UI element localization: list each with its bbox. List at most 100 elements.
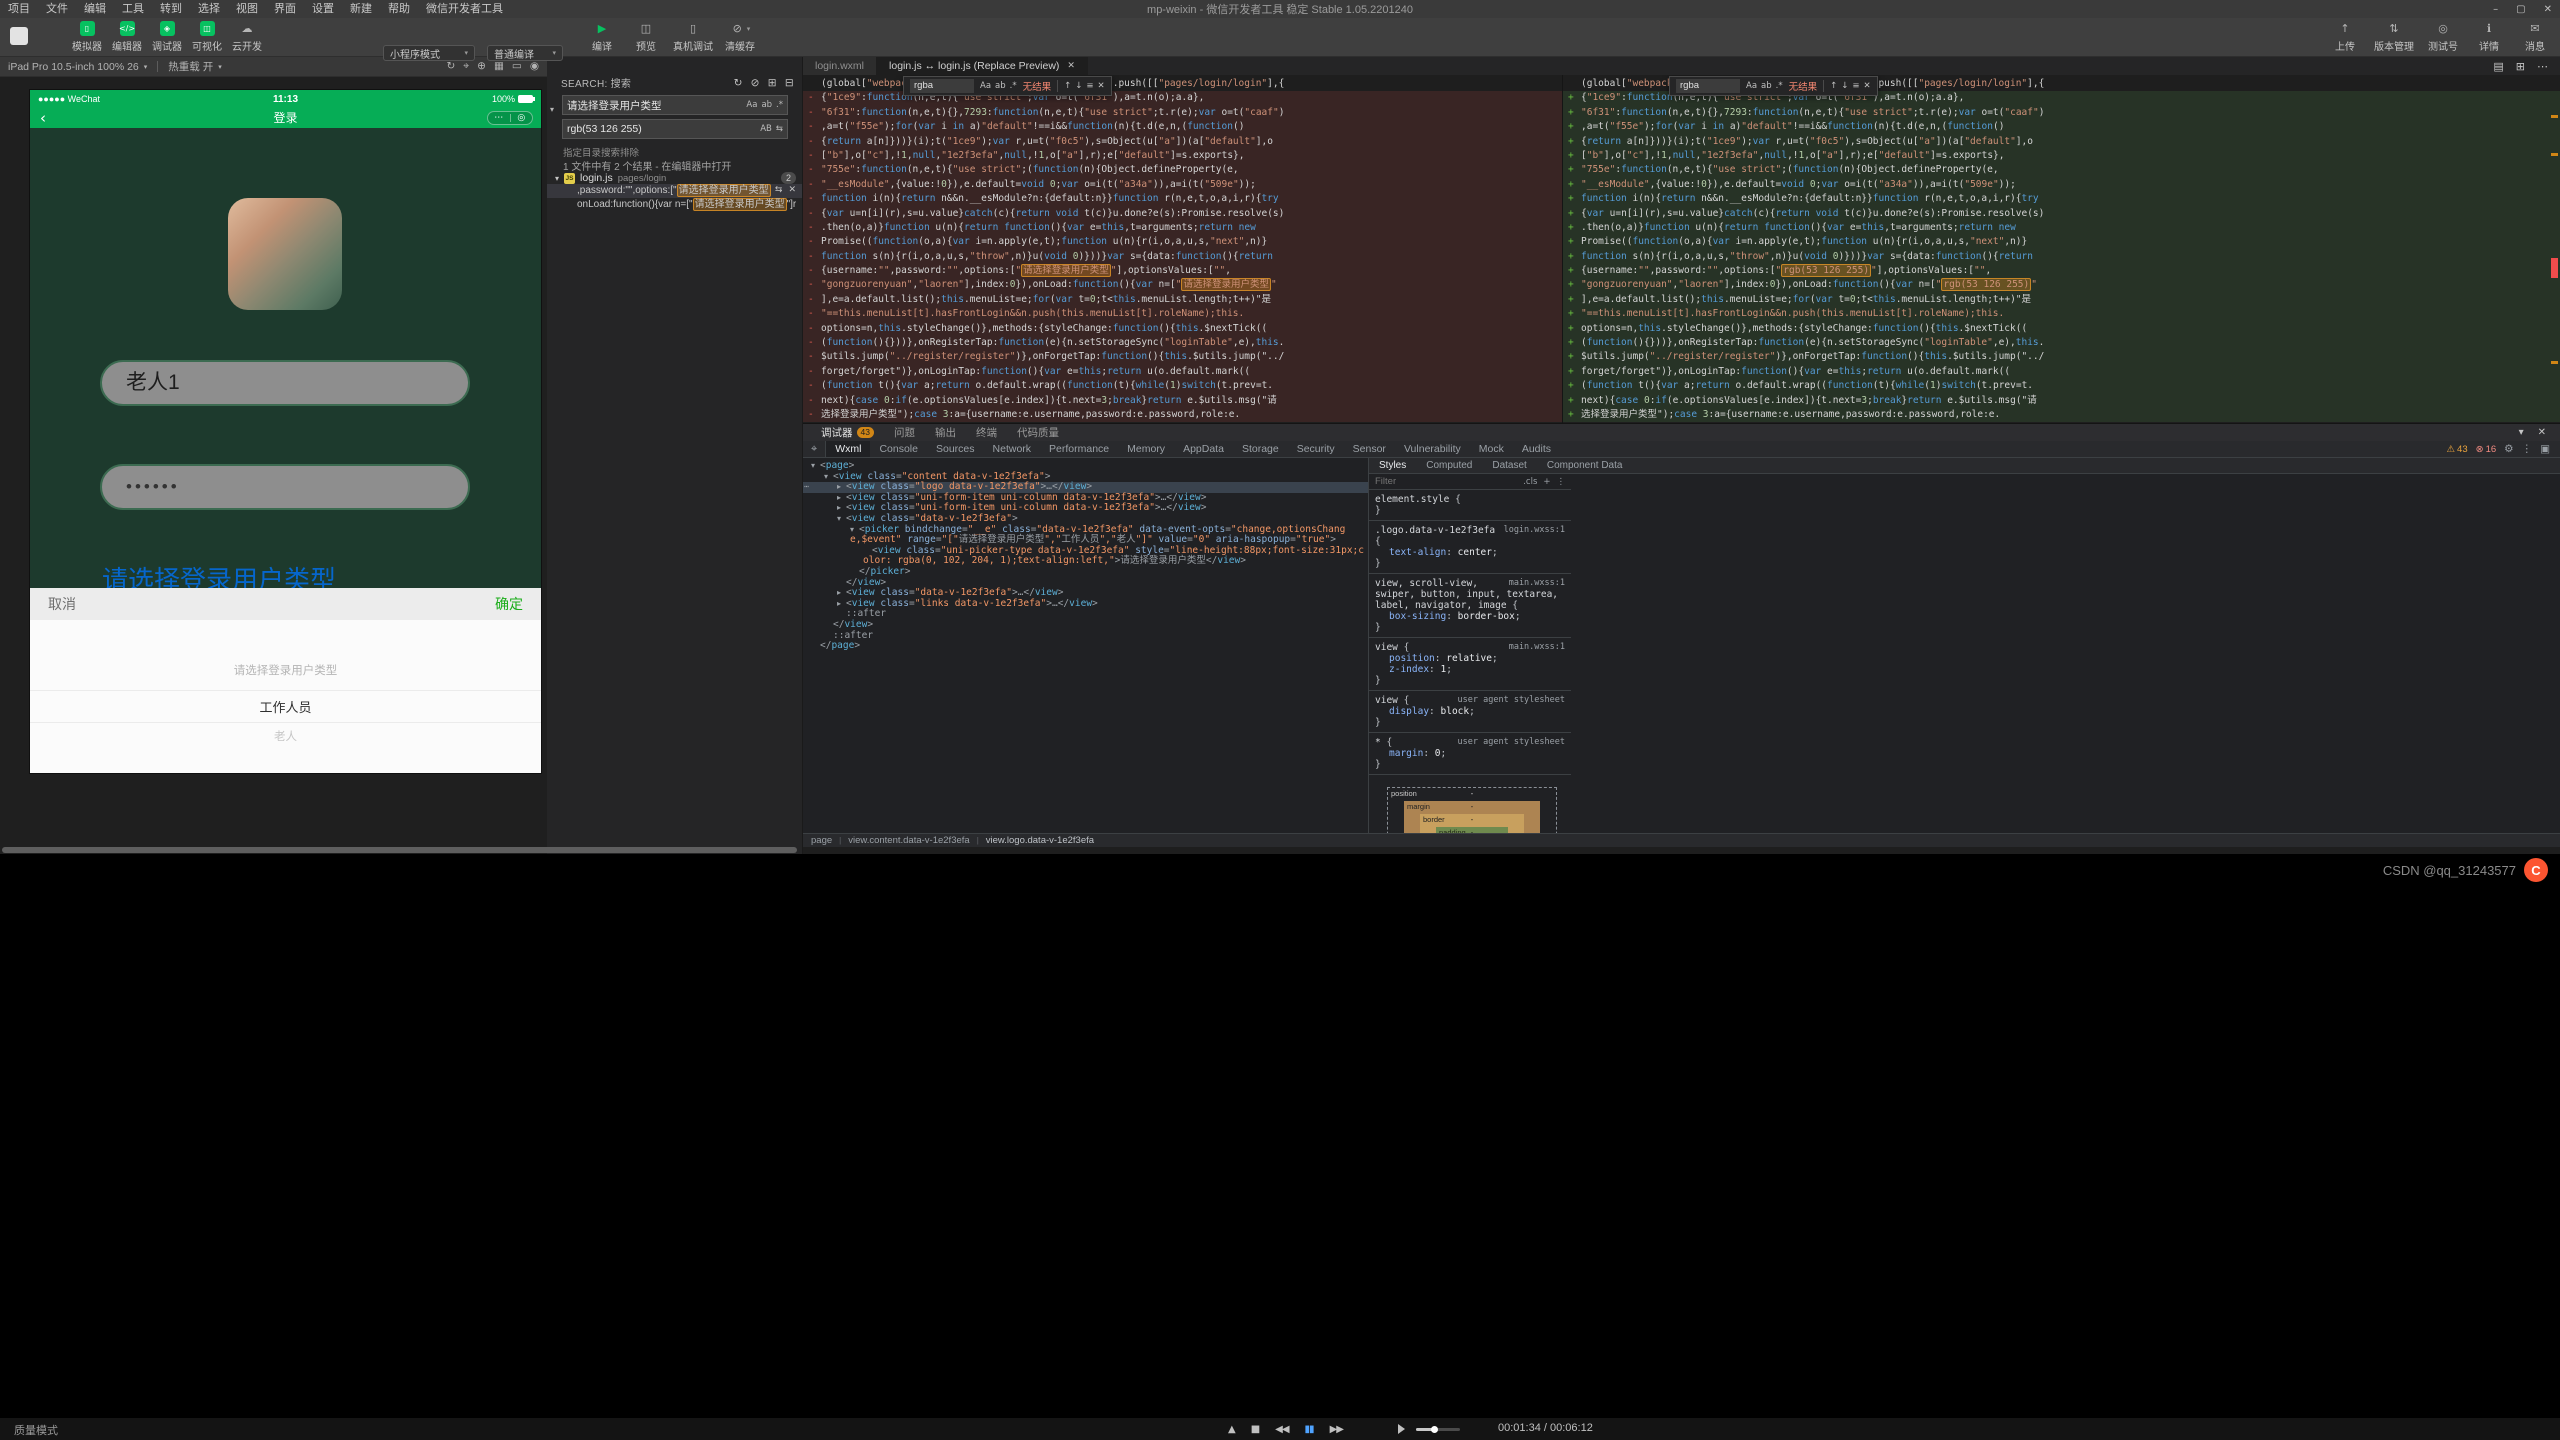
- styles-tab-styles[interactable]: Styles: [1369, 460, 1416, 471]
- panel-tab[interactable]: 代码质量: [1007, 424, 1069, 441]
- wxml-tree-node[interactable]: </view>: [803, 620, 1368, 631]
- minimize-icon[interactable]: –: [2493, 4, 2498, 15]
- compile-mode-select[interactable]: 普通编译 ▾: [487, 45, 563, 61]
- volume-slider[interactable]: [1416, 1428, 1460, 1431]
- search-input[interactable]: [567, 99, 746, 111]
- pause-icon[interactable]: ▮▮: [1305, 1424, 1314, 1435]
- find-widget[interactable]: rgba Aaab.* 无结果 ↑↓≡✕: [903, 76, 1112, 96]
- devtools-tab-network[interactable]: Network: [984, 441, 1041, 457]
- close-icon[interactable]: ✕: [1097, 81, 1104, 91]
- style-property[interactable]: display: block;: [1375, 706, 1565, 717]
- confirm-button[interactable]: 确定: [495, 594, 523, 614]
- chevron-right-icon[interactable]: ▸: [837, 599, 846, 610]
- whole-word-icon[interactable]: ab: [1761, 81, 1772, 91]
- picker-option[interactable]: 工作人员: [30, 690, 541, 723]
- dock-side-icon[interactable]: ▣: [2540, 443, 2550, 455]
- editor-tab[interactable]: login.js ↔ login.js (Replace Preview)✕: [877, 57, 1088, 75]
- forward-icon[interactable]: ▶▶: [1330, 1424, 1343, 1435]
- toolbar-button[interactable]: </>编辑器: [110, 21, 144, 53]
- breadcrumb-item[interactable]: page: [811, 835, 832, 846]
- rule-selector[interactable]: element.style: [1375, 494, 1449, 505]
- wxml-tree-node[interactable]: </page>: [803, 641, 1368, 652]
- stop-icon[interactable]: ■: [1251, 1424, 1259, 1435]
- match-case-icon[interactable]: Aa: [746, 100, 757, 110]
- screen-icon[interactable]: ▭: [512, 60, 522, 73]
- search-result-row[interactable]: onLoad:function(){var n=["请选择登录用户类型"]rgb…: [547, 198, 802, 212]
- menu-item[interactable]: 视图: [228, 0, 266, 18]
- devtools-tab-sensor[interactable]: Sensor: [1344, 441, 1395, 457]
- wxml-tree-node[interactable]: ::after: [803, 609, 1368, 620]
- kebab-menu-icon[interactable]: ⋮: [2522, 443, 2533, 455]
- devtools-tab-console[interactable]: Console: [870, 441, 927, 457]
- grid-icon[interactable]: ▦: [494, 60, 504, 73]
- open-in-editor-icon[interactable]: ⊞: [768, 77, 777, 89]
- menu-item[interactable]: 编辑: [76, 0, 114, 18]
- picker-option[interactable]: 请选择登录用户类型: [30, 662, 541, 678]
- password-field[interactable]: ••••••: [100, 464, 470, 510]
- stylesheet-link[interactable]: main.wxss:1: [1509, 578, 1565, 589]
- chevron-down-icon[interactable]: ▾: [811, 461, 820, 472]
- volume-control[interactable]: [1398, 1418, 1460, 1440]
- toolbar-button[interactable]: ⊘▾清缓存: [723, 21, 757, 53]
- mode-select[interactable]: 小程序模式 ▾: [383, 45, 475, 61]
- menu-item[interactable]: 设置: [304, 0, 342, 18]
- close-icon[interactable]: ✕: [1067, 61, 1075, 71]
- editor-tab[interactable]: login.wxml: [803, 57, 877, 75]
- warning-count[interactable]: ⚠ 43: [2447, 444, 2468, 455]
- cls-toggle[interactable]: .cls: [1523, 477, 1537, 487]
- search-file-row[interactable]: ▾ JS login.js pages/login 2: [555, 171, 796, 185]
- menu-item[interactable]: 帮助: [380, 0, 418, 18]
- style-property[interactable]: text-align: center;: [1375, 547, 1565, 558]
- toolbar-button[interactable]: ↑上传: [2328, 21, 2362, 53]
- styles-tab-computed[interactable]: Computed: [1416, 460, 1482, 471]
- chevron-right-icon[interactable]: ▸: [837, 588, 846, 599]
- devtools-tab-appdata[interactable]: AppData: [1174, 441, 1233, 457]
- record-icon[interactable]: ◉: [530, 60, 539, 73]
- rewind-icon[interactable]: ◀◀: [1275, 1424, 1288, 1435]
- panel-tab[interactable]: 问题: [884, 424, 925, 441]
- more-actions-icon[interactable]: ⋯: [2537, 60, 2548, 73]
- toolbar-button[interactable]: ◈调试器: [150, 21, 184, 53]
- menu-item[interactable]: 工具: [114, 0, 152, 18]
- devtools-tab-sources[interactable]: Sources: [927, 441, 984, 457]
- regex-icon[interactable]: .*: [1010, 81, 1017, 91]
- chevron-down-icon[interactable]: ▾: [837, 514, 846, 525]
- inspect-icon[interactable]: ⌖: [463, 60, 469, 73]
- new-rule-icon[interactable]: +: [1543, 477, 1550, 487]
- toolbar-button[interactable]: ▯模拟器: [70, 21, 104, 53]
- horizontal-scrollbar[interactable]: [2, 847, 797, 853]
- wxml-tree-node[interactable]: ▾<picker bindchange="__e" class="data-v-…: [803, 525, 1368, 546]
- devtools-tab-wxml[interactable]: Wxml: [826, 441, 870, 457]
- wxml-tree-node[interactable]: ▸<view class="links data-v-1e2f3efa">…</…: [803, 599, 1368, 610]
- kebab-menu-icon[interactable]: ⋮: [1557, 477, 1566, 487]
- match-case-icon[interactable]: Aa: [980, 81, 991, 91]
- back-icon[interactable]: ‹: [40, 108, 46, 128]
- style-property[interactable]: margin: 0;: [1375, 748, 1565, 759]
- close-icon[interactable]: ✕: [2538, 427, 2546, 438]
- menu-item[interactable]: 文件: [38, 0, 76, 18]
- gear-icon[interactable]: ⚙: [2504, 443, 2513, 455]
- search-scope-options[interactable]: 指定目录搜索排除: [563, 145, 639, 159]
- collapse-icon[interactable]: ⊟: [785, 77, 794, 89]
- styles-filter-input[interactable]: [1375, 476, 1517, 487]
- find-input[interactable]: rgba: [1676, 79, 1740, 93]
- overview-ruler[interactable]: [2550, 93, 2560, 423]
- whole-word-icon[interactable]: ab: [995, 81, 1006, 91]
- preserve-case-icon[interactable]: AB: [760, 124, 772, 134]
- split-editor-icon[interactable]: ⊞: [2516, 60, 2525, 73]
- toolbar-button[interactable]: ⇅版本管理: [2374, 21, 2414, 53]
- find-previous-icon[interactable]: ↑: [1064, 81, 1071, 91]
- diff-original-pane[interactable]: (global["webpackJsonp"]=global["webpackJ…: [803, 75, 1562, 423]
- toolbar-button[interactable]: ◫预览: [629, 21, 663, 53]
- close-capsule-icon[interactable]: ◎: [511, 112, 533, 125]
- diff-modified-pane[interactable]: (global["webpackJsonp"]=global["webpackJ…: [1562, 75, 2560, 423]
- match-case-icon[interactable]: Aa: [1746, 81, 1757, 91]
- error-count[interactable]: ⊗ 16: [2476, 444, 2497, 455]
- toolbar-button[interactable]: ◎测试号: [2426, 21, 2460, 53]
- stylesheet-link[interactable]: main.wxss:1: [1509, 642, 1565, 653]
- find-in-selection-icon[interactable]: ≡: [1852, 81, 1859, 91]
- style-property[interactable]: position: relative;: [1375, 653, 1565, 664]
- devtools-tab-mock[interactable]: Mock: [1470, 441, 1513, 457]
- devtools-tab-audits[interactable]: Audits: [1513, 441, 1560, 457]
- style-property[interactable]: z-index: 1;: [1375, 664, 1565, 675]
